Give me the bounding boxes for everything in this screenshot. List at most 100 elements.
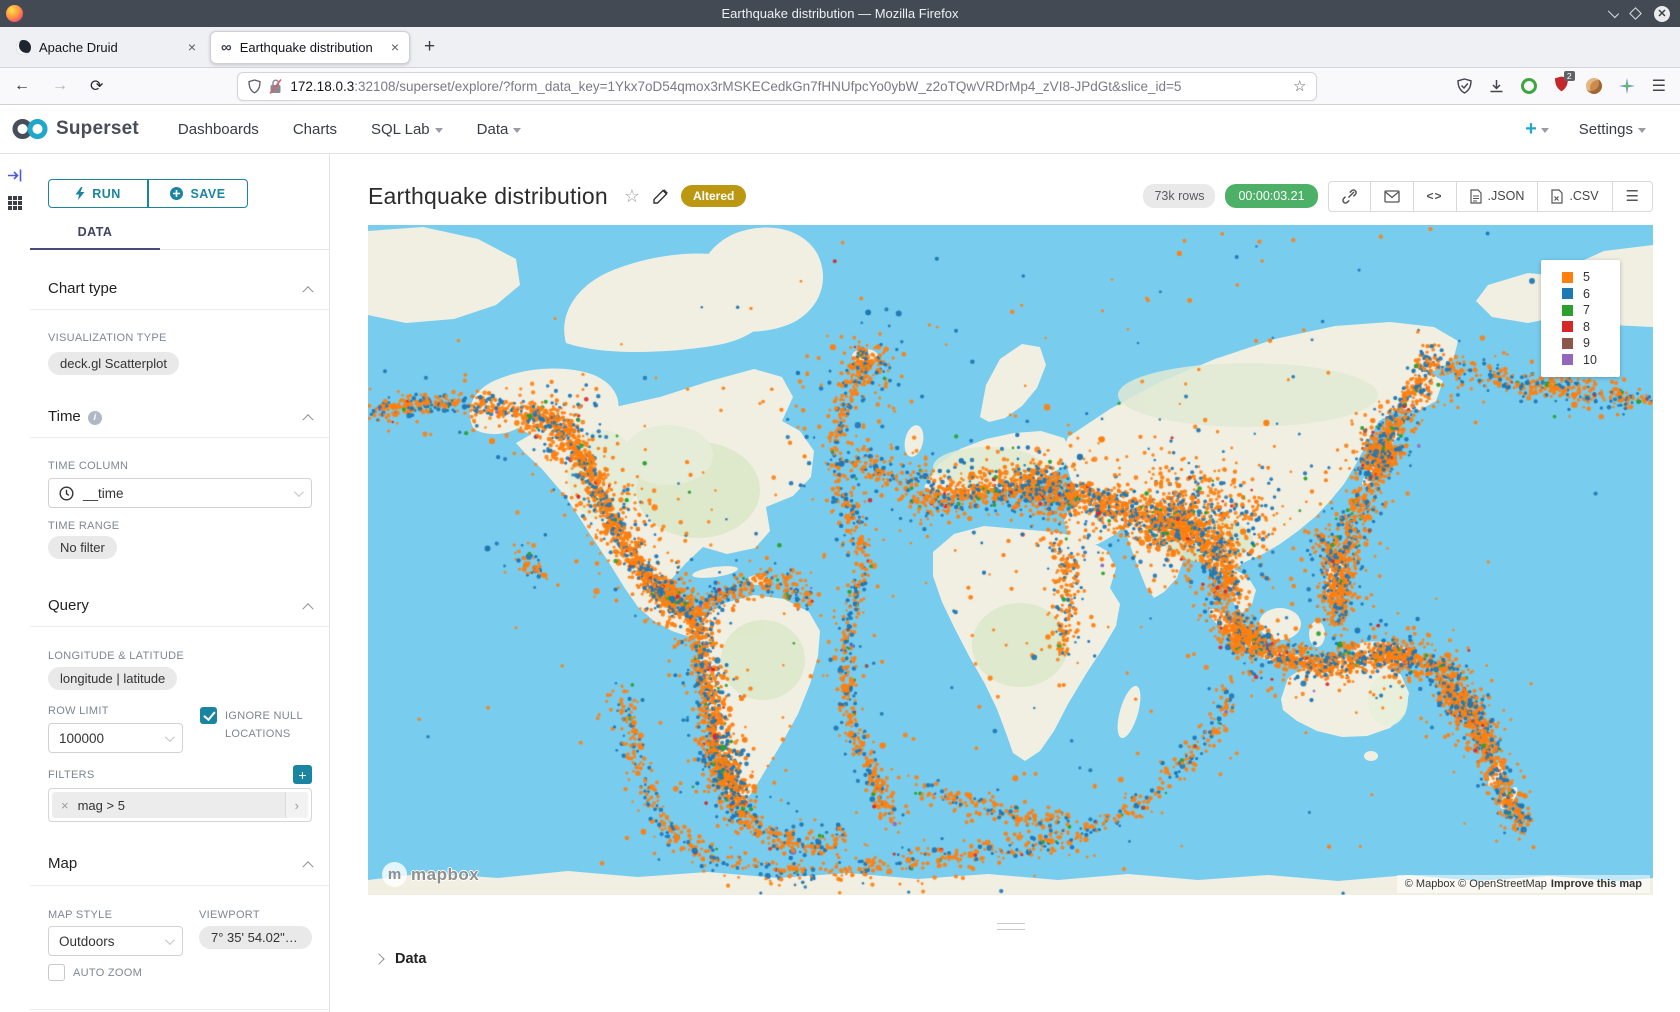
downloads-icon[interactable]	[1489, 79, 1504, 94]
menu-hamburger-icon[interactable]: ☰	[1652, 76, 1666, 96]
tab-data[interactable]: DATA	[30, 225, 160, 250]
row-limit-select[interactable]: 100000	[48, 723, 183, 753]
nav-charts[interactable]: Charts	[276, 121, 354, 138]
resize-handle[interactable]	[997, 923, 1025, 930]
expand-filter-icon[interactable]: ›	[285, 792, 308, 818]
cookie-extension-icon[interactable]	[1586, 78, 1602, 94]
auto-zoom-label: AUTO ZOOM	[73, 967, 142, 979]
map-style-select[interactable]: Outdoors	[48, 926, 183, 956]
legend-item[interactable]: 7	[1562, 302, 1610, 319]
datasource-grid-icon[interactable]	[7, 195, 23, 211]
section-map[interactable]: Map	[48, 822, 312, 872]
legend-item[interactable]: 5	[1562, 269, 1610, 286]
legend-swatch-icon	[1562, 338, 1573, 349]
chart-actions: <> .JSON	[1328, 181, 1653, 212]
bookmark-star-icon[interactable]: ☆	[1293, 77, 1306, 95]
section-time[interactable]: Timei	[48, 375, 312, 425]
copy-link-button[interactable]	[1329, 182, 1370, 211]
time-column-select[interactable]: __time	[48, 478, 312, 508]
save-button[interactable]: SAVE	[148, 179, 248, 208]
ignore-null-checkbox[interactable]	[200, 707, 217, 724]
nav-dashboards[interactable]: Dashboards	[161, 121, 276, 138]
extension-green-icon[interactable]	[1521, 78, 1537, 94]
new-tab-button[interactable]: +	[414, 36, 445, 58]
chevron-down-icon	[513, 128, 521, 133]
url-bar[interactable]: 172.18.0.3:32108/superset/explore/?form_…	[237, 72, 1317, 101]
legend-item[interactable]: 10	[1562, 352, 1610, 369]
map-attribution: © Mapbox © OpenStreetMap Improve this map	[1397, 875, 1650, 893]
tab-apache-druid[interactable]: Apache Druid ×	[6, 31, 206, 64]
legend-label: 7	[1583, 303, 1590, 317]
favorite-star-icon[interactable]: ☆	[624, 186, 640, 207]
chevron-down-icon	[165, 935, 175, 945]
permissions-shield-icon[interactable]	[1457, 78, 1472, 94]
nav-settings[interactable]: Settings	[1579, 121, 1646, 138]
viewport-value[interactable]: 7° 35' 54.02" | 31...	[199, 926, 312, 949]
export-json-button[interactable]: .JSON	[1456, 182, 1538, 211]
url-text[interactable]: 172.18.0.3:32108/superset/explore/?form_…	[290, 79, 1285, 94]
section-query[interactable]: Query	[48, 559, 312, 614]
circle-plus-icon	[170, 187, 183, 200]
forward-icon[interactable]: →	[52, 77, 68, 95]
time-range-value[interactable]: No filter	[48, 536, 117, 559]
expand-panel-icon[interactable]	[7, 168, 23, 183]
control-panel: RUN SAVE DATA Chart type VISUALIZATION T…	[30, 154, 330, 1012]
tab-earthquake-distribution[interactable]: ∞ Earthquake distribution ×	[210, 31, 410, 64]
close-tab-icon[interactable]: ×	[188, 39, 196, 55]
info-icon: i	[88, 411, 102, 425]
tab-label: Apache Druid	[39, 40, 118, 55]
firefox-window: Earthquake distribution — Mozilla Firefo…	[0, 0, 1680, 1012]
map-canvas[interactable]: 5 6 7 8910 m mapbox © Mapbox © OpenStreetMa…	[368, 225, 1653, 895]
viz-type-value[interactable]: deck.gl Scatterplot	[48, 352, 179, 375]
collapse-strip	[0, 154, 30, 1012]
close-window-icon[interactable]: ✕	[1654, 6, 1670, 22]
back-icon[interactable]: ←	[14, 77, 30, 95]
legend-item[interactable]: 9	[1562, 335, 1610, 352]
legend-label: 5	[1583, 270, 1590, 284]
maximize-icon[interactable]	[1629, 7, 1642, 20]
more-options-button[interactable]: ☰	[1612, 182, 1652, 211]
export-csv-button[interactable]: .CSV	[1537, 182, 1611, 211]
clock-icon	[59, 486, 74, 501]
lonlat-value[interactable]: longitude | latitude	[48, 667, 177, 690]
nav-sql-lab[interactable]: SQL Lab	[354, 121, 460, 138]
legend-item[interactable]: 8	[1562, 319, 1610, 336]
altered-badge[interactable]: Altered	[681, 185, 746, 207]
run-button[interactable]: RUN	[48, 179, 148, 208]
auto-zoom-checkbox[interactable]	[48, 964, 65, 981]
add-new-button[interactable]: +	[1525, 118, 1549, 141]
row-count-badge: 73k rows	[1143, 184, 1215, 208]
embed-code-button[interactable]: <>	[1413, 182, 1456, 211]
ublock-icon[interactable]: 2	[1554, 76, 1569, 97]
improve-map-link[interactable]: Improve this map	[1551, 878, 1642, 890]
nav-data[interactable]: Data	[460, 121, 539, 138]
superset-favicon-icon: ∞	[221, 40, 232, 55]
window-titlebar: Earthquake distribution — Mozilla Firefo…	[0, 0, 1680, 27]
legend-label: 6	[1583, 287, 1590, 301]
legend-item[interactable]: 6	[1562, 286, 1610, 303]
superset-navbar: Superset Dashboards Charts SQL Lab Data …	[0, 105, 1680, 154]
mapbox-logo[interactable]: m mapbox	[382, 862, 479, 887]
section-chart-type[interactable]: Chart type	[48, 250, 312, 297]
edit-title-icon[interactable]	[652, 188, 669, 205]
superset-infinity-icon	[10, 116, 50, 142]
data-panel-header[interactable]: Data	[368, 951, 1653, 967]
close-tab-icon[interactable]: ×	[391, 39, 399, 55]
data-panel-label: Data	[395, 951, 426, 967]
chevron-down-icon	[294, 487, 304, 497]
superset-logo[interactable]: Superset	[10, 116, 139, 142]
reload-icon[interactable]: ⟳	[90, 76, 103, 96]
add-filter-button[interactable]: +	[293, 765, 312, 784]
query-timer-badge: 00:00:03.21	[1225, 184, 1317, 208]
tab-strip: Apache Druid × ∞ Earthquake distribution…	[0, 27, 1680, 68]
tracking-shield-icon[interactable]	[248, 79, 261, 94]
link-icon	[1342, 189, 1357, 204]
filter-value[interactable]: mag > 5	[78, 798, 125, 813]
sparkle-extension-icon[interactable]	[1619, 78, 1635, 94]
chevron-up-icon	[302, 414, 313, 425]
insecure-padlock-icon[interactable]	[269, 79, 282, 94]
attribution-text[interactable]: © Mapbox © OpenStreetMap	[1405, 878, 1547, 890]
minimize-icon[interactable]	[1608, 6, 1619, 17]
remove-filter-icon[interactable]: ×	[52, 798, 78, 813]
email-button[interactable]	[1370, 182, 1413, 211]
